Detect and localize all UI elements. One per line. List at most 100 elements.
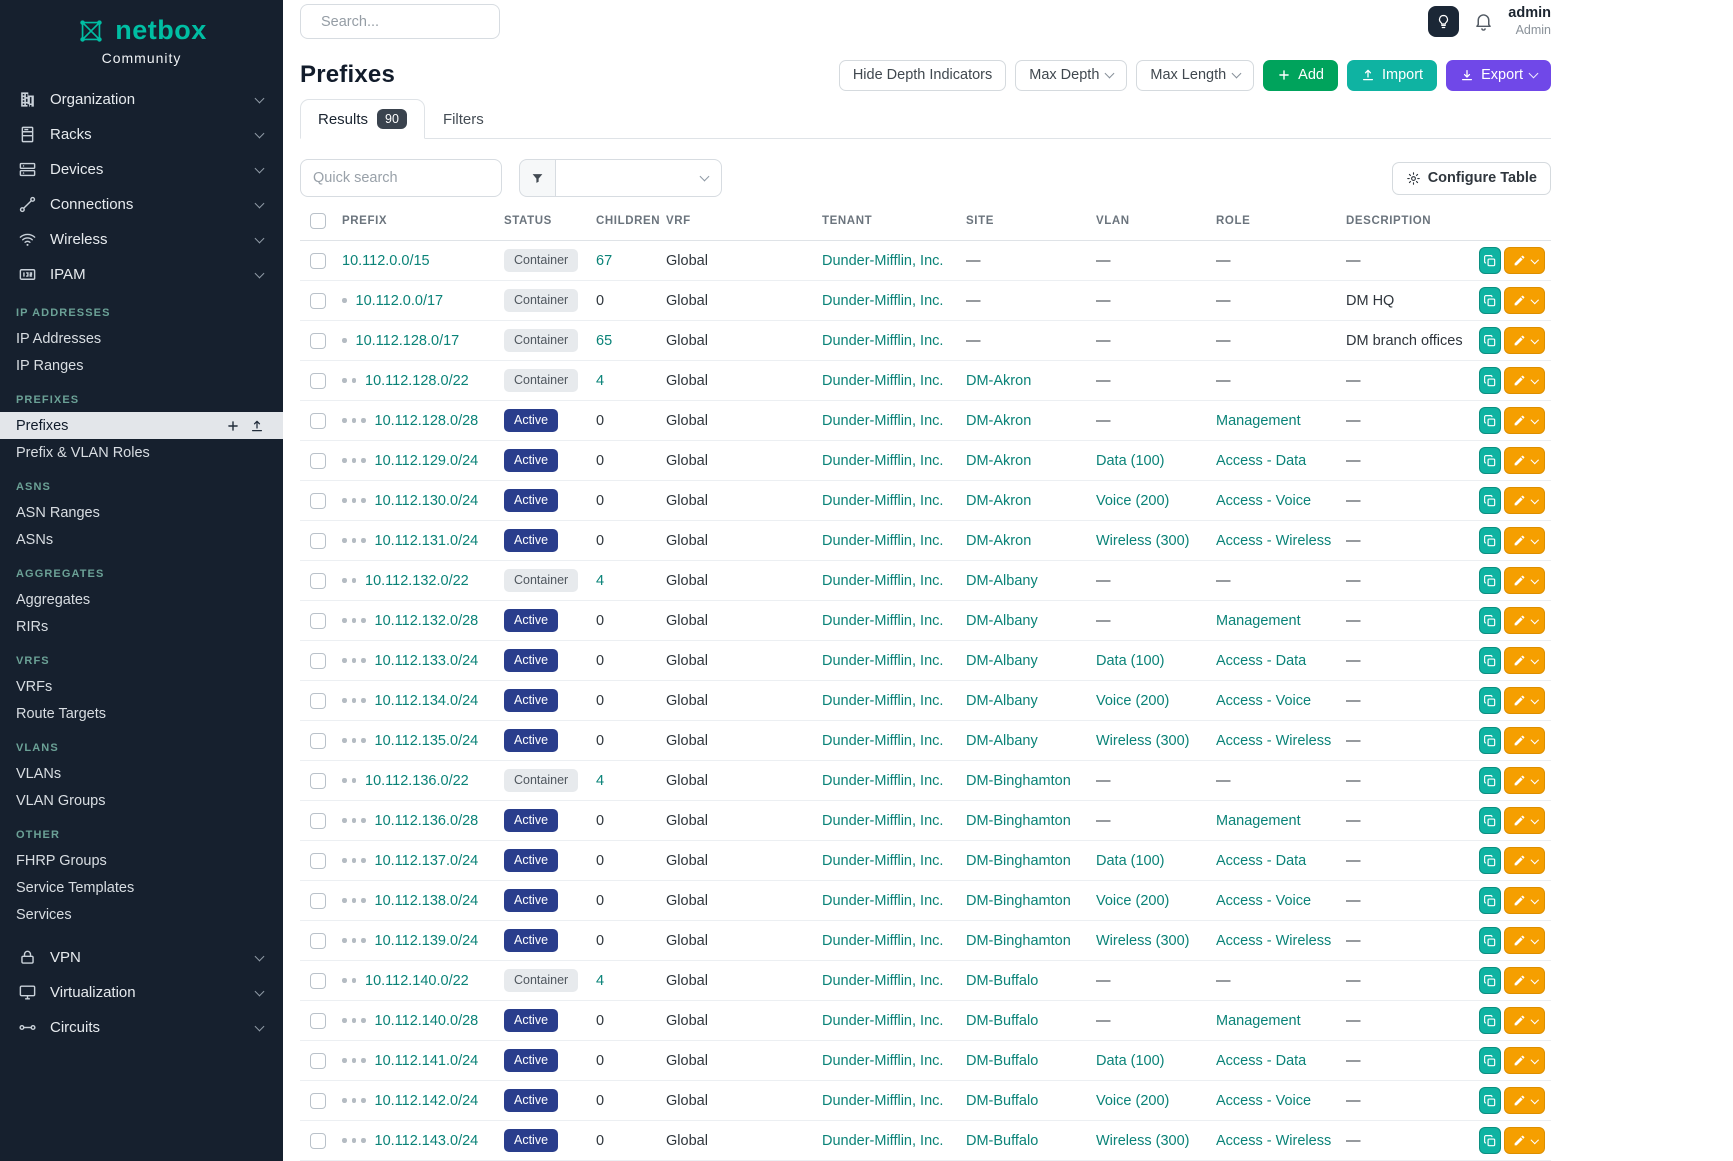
tenant-link[interactable]: Dunder-Mifflin, Inc. xyxy=(822,693,943,709)
global-search-input[interactable] xyxy=(321,14,508,30)
copy-button[interactable] xyxy=(1479,847,1501,874)
column-header-vrf[interactable]: VRF xyxy=(658,213,814,241)
role-link[interactable]: Access - Wireless xyxy=(1216,933,1331,949)
vlan-link[interactable]: Voice (200) xyxy=(1096,1093,1169,1109)
tenant-link[interactable]: Dunder-Mifflin, Inc. xyxy=(822,493,943,509)
prefix-link[interactable]: 10.112.143.0/24 xyxy=(375,1133,479,1149)
sidebar-item-rirs[interactable]: RIRs xyxy=(0,613,283,640)
tenant-link[interactable]: Dunder-Mifflin, Inc. xyxy=(822,1053,943,1069)
row-checkbox[interactable] xyxy=(310,773,326,789)
site-link[interactable]: DM-Akron xyxy=(966,493,1031,509)
max-depth-dropdown[interactable]: Max Depth xyxy=(1015,60,1127,91)
role-link[interactable]: Management xyxy=(1216,613,1301,629)
import-button[interactable]: Import xyxy=(1347,60,1437,91)
edit-button[interactable] xyxy=(1504,327,1546,354)
tenant-link[interactable]: Dunder-Mifflin, Inc. xyxy=(822,253,943,269)
site-link[interactable]: DM-Akron xyxy=(966,533,1031,549)
tab-results[interactable]: Results 90 xyxy=(300,99,425,139)
prefix-link[interactable]: 10.112.129.0/24 xyxy=(375,453,479,469)
edit-button[interactable] xyxy=(1504,1087,1546,1114)
site-link[interactable]: DM-Akron xyxy=(966,453,1031,469)
tenant-link[interactable]: Dunder-Mifflin, Inc. xyxy=(822,293,943,309)
site-link[interactable]: DM-Albany xyxy=(966,613,1038,629)
copy-button[interactable] xyxy=(1479,767,1501,794)
tenant-link[interactable]: Dunder-Mifflin, Inc. xyxy=(822,1093,943,1109)
sidebar-item-vrfs[interactable]: VRFs xyxy=(0,673,283,700)
tenant-link[interactable]: Dunder-Mifflin, Inc. xyxy=(822,1133,943,1149)
children-link[interactable]: 4 xyxy=(596,973,604,989)
column-header-role[interactable]: ROLE xyxy=(1208,213,1338,241)
copy-button[interactable] xyxy=(1479,967,1501,994)
edit-button[interactable] xyxy=(1504,927,1546,954)
row-checkbox[interactable] xyxy=(310,813,326,829)
vlan-link[interactable]: Data (100) xyxy=(1096,653,1165,669)
tenant-link[interactable]: Dunder-Mifflin, Inc. xyxy=(822,893,943,909)
select-all-checkbox[interactable] xyxy=(310,213,326,229)
sidebar-item-vlans[interactable]: VLANs xyxy=(0,760,283,787)
sidebar-item-ip-ranges[interactable]: IP Ranges xyxy=(0,352,283,379)
role-link[interactable]: Access - Voice xyxy=(1216,893,1311,909)
edit-button[interactable] xyxy=(1504,727,1546,754)
copy-button[interactable] xyxy=(1479,807,1501,834)
filter-button[interactable] xyxy=(519,159,556,197)
vlan-link[interactable]: Data (100) xyxy=(1096,453,1165,469)
site-link[interactable]: DM-Albany xyxy=(966,733,1038,749)
sidebar-item-vlan-groups[interactable]: VLAN Groups xyxy=(0,787,283,814)
role-link[interactable]: Access - Data xyxy=(1216,453,1306,469)
prefix-link[interactable]: 10.112.133.0/24 xyxy=(375,653,479,669)
row-checkbox[interactable] xyxy=(310,1013,326,1029)
row-checkbox[interactable] xyxy=(310,853,326,869)
site-link[interactable]: DM-Binghamton xyxy=(966,933,1071,949)
site-link[interactable]: DM-Albany xyxy=(966,573,1038,589)
edit-button[interactable] xyxy=(1504,247,1546,274)
column-header-tenant[interactable]: TENANT xyxy=(814,213,958,241)
edit-button[interactable] xyxy=(1504,447,1546,474)
site-link[interactable]: DM-Buffalo xyxy=(966,1093,1038,1109)
tenant-link[interactable]: Dunder-Mifflin, Inc. xyxy=(822,733,943,749)
role-link[interactable]: Management xyxy=(1216,413,1301,429)
prefix-link[interactable]: 10.112.140.0/22 xyxy=(365,973,469,989)
copy-button[interactable] xyxy=(1479,1087,1501,1114)
copy-button[interactable] xyxy=(1479,647,1501,674)
copy-button[interactable] xyxy=(1479,607,1501,634)
tenant-link[interactable]: Dunder-Mifflin, Inc. xyxy=(822,333,943,349)
edit-button[interactable] xyxy=(1504,487,1546,514)
role-link[interactable]: Access - Voice xyxy=(1216,693,1311,709)
children-link[interactable]: 4 xyxy=(596,573,604,589)
row-checkbox[interactable] xyxy=(310,333,326,349)
tenant-link[interactable]: Dunder-Mifflin, Inc. xyxy=(822,773,943,789)
tenant-link[interactable]: Dunder-Mifflin, Inc. xyxy=(822,813,943,829)
prefix-link[interactable]: 10.112.142.0/24 xyxy=(375,1093,479,1109)
copy-button[interactable] xyxy=(1479,367,1501,394)
copy-button[interactable] xyxy=(1479,447,1501,474)
site-link[interactable]: DM-Binghamton xyxy=(966,893,1071,909)
column-header-prefix[interactable]: PREFIX xyxy=(334,213,496,241)
row-checkbox[interactable] xyxy=(310,1093,326,1109)
children-link[interactable]: 4 xyxy=(596,773,604,789)
copy-button[interactable] xyxy=(1479,887,1501,914)
sidebar-item-connections[interactable]: Connections xyxy=(0,187,283,222)
vlan-link[interactable]: Wireless (300) xyxy=(1096,533,1189,549)
role-link[interactable]: Access - Wireless xyxy=(1216,533,1331,549)
vlan-link[interactable]: Data (100) xyxy=(1096,1053,1165,1069)
prefix-link[interactable]: 10.112.135.0/24 xyxy=(375,733,479,749)
theme-toggle-button[interactable] xyxy=(1428,6,1459,37)
edit-button[interactable] xyxy=(1504,887,1546,914)
site-link[interactable]: DM-Akron xyxy=(966,373,1031,389)
prefix-link[interactable]: 10.112.136.0/22 xyxy=(365,773,469,789)
sidebar-item-organization[interactable]: Organization xyxy=(0,82,283,117)
edit-button[interactable] xyxy=(1504,567,1546,594)
prefix-link[interactable]: 10.112.140.0/28 xyxy=(375,1013,479,1029)
edit-button[interactable] xyxy=(1504,807,1546,834)
prefix-link[interactable]: 10.112.139.0/24 xyxy=(375,933,479,949)
row-checkbox[interactable] xyxy=(310,1053,326,1069)
vlan-link[interactable]: Voice (200) xyxy=(1096,493,1169,509)
copy-button[interactable] xyxy=(1479,1047,1501,1074)
children-link[interactable]: 4 xyxy=(596,373,604,389)
row-checkbox[interactable] xyxy=(310,453,326,469)
user-menu[interactable]: admin Admin xyxy=(1508,5,1551,37)
edit-button[interactable] xyxy=(1504,767,1546,794)
vlan-link[interactable]: Wireless (300) xyxy=(1096,1133,1189,1149)
tenant-link[interactable]: Dunder-Mifflin, Inc. xyxy=(822,573,943,589)
row-checkbox[interactable] xyxy=(310,653,326,669)
